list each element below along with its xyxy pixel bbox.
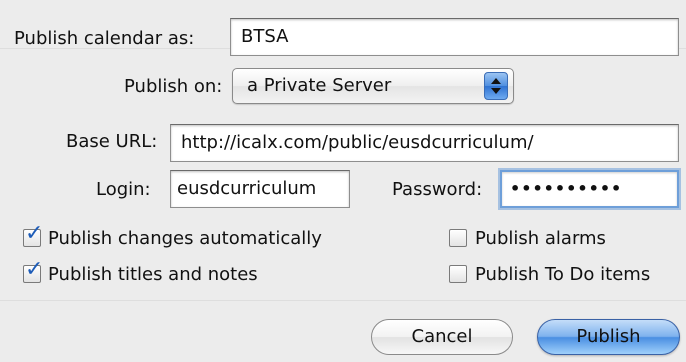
background-divider bbox=[0, 300, 686, 301]
login-label: Login: bbox=[96, 179, 151, 200]
publish-as-input[interactable]: BTSA bbox=[230, 18, 679, 56]
up-down-arrows-icon bbox=[484, 72, 508, 100]
cancel-button[interactable]: Cancel bbox=[371, 319, 513, 355]
publish-as-label: Publish calendar as: bbox=[14, 28, 195, 49]
password-value: •••••••••• bbox=[510, 179, 623, 198]
publish-alarms-checkbox[interactable] bbox=[449, 229, 467, 247]
publish-changes-checkbox[interactable]: ✓ bbox=[23, 223, 43, 247]
publish-on-value: a Private Server bbox=[247, 75, 392, 96]
publish-titles-checkbox[interactable]: ✓ bbox=[23, 259, 43, 283]
password-input[interactable]: •••••••••• bbox=[500, 170, 679, 208]
publish-alarms-label[interactable]: Publish alarms bbox=[475, 228, 606, 250]
publish-todo-label[interactable]: Publish To Do items bbox=[475, 264, 650, 286]
base-url-input[interactable]: http://icalx.com/public/eusdcurriculum/ bbox=[170, 124, 679, 162]
checkmark-icon: ✓ bbox=[25, 257, 44, 282]
publish-on-label: Publish on: bbox=[124, 76, 223, 97]
publish-todo-checkbox[interactable] bbox=[449, 265, 467, 283]
publish-button[interactable]: Publish bbox=[537, 319, 680, 355]
publish-changes-label[interactable]: Publish changes automatically bbox=[48, 228, 322, 250]
password-label: Password: bbox=[392, 179, 483, 200]
publish-titles-label[interactable]: Publish titles and notes bbox=[48, 264, 258, 286]
login-input[interactable]: eusdcurriculum bbox=[170, 170, 350, 208]
publish-calendar-sheet: Publish calendar as: BTSA Publish on: a … bbox=[0, 0, 686, 362]
publish-as-value: BTSA bbox=[241, 26, 289, 47]
checkmark-icon: ✓ bbox=[25, 221, 44, 246]
publish-on-popup[interactable]: a Private Server bbox=[232, 68, 514, 104]
base-url-label: Base URL: bbox=[66, 131, 158, 152]
login-value: eusdcurriculum bbox=[177, 178, 317, 199]
base-url-value: http://icalx.com/public/eusdcurriculum/ bbox=[181, 132, 534, 153]
